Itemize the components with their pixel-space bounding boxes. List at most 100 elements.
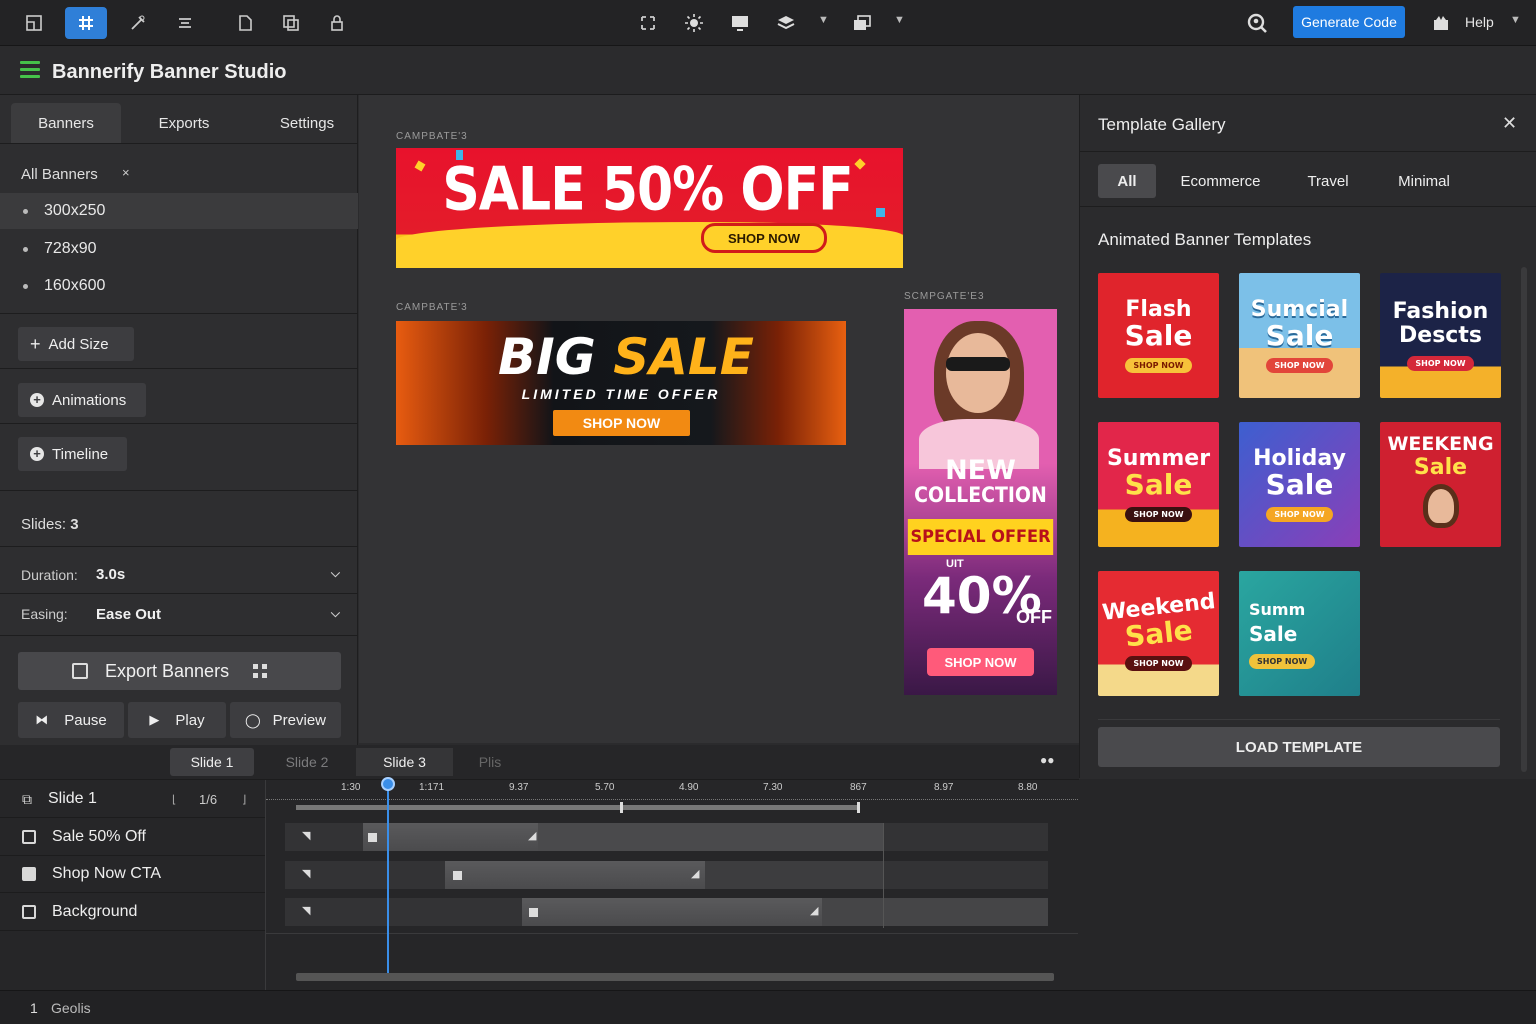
range-bar[interactable] [296,805,858,810]
easing-select[interactable]: Ease Out ⌵ [88,598,350,630]
playhead-handle[interactable] [381,777,395,791]
playhead[interactable] [387,785,389,973]
search-icon[interactable] [1236,7,1278,39]
banner-728x90[interactable]: SALE 50% OFF SHOP NOW [396,148,903,268]
layer-row[interactable]: Background [0,894,265,931]
tab-banners[interactable]: Banners [11,103,121,143]
duration-select[interactable]: 3.0s ⌵ [88,558,350,590]
size-item-728x90[interactable]: 728x90 [0,231,358,267]
template-card[interactable]: Holiday Sale SHOP NOW [1239,422,1360,547]
tab-all[interactable]: All [1098,164,1156,198]
keyframe-start-icon[interactable]: ◥ [302,829,310,842]
banner-wave [396,222,903,268]
keyframe[interactable] [529,908,538,917]
keyframe-start-icon[interactable]: ◥ [302,904,310,917]
page-icon[interactable] [224,7,266,39]
animations-button[interactable]: + Animations [18,383,146,417]
load-template-button[interactable]: LOAD TEMPLATE [1098,727,1500,767]
menu-icon[interactable] [20,61,40,79]
checkbox[interactable] [22,905,36,919]
tab-slide-3[interactable]: Slide 3 [356,748,453,776]
play-button[interactable]: ▶ Play [128,702,226,738]
layer-header[interactable]: ⧉ Slide 1 ⌊ 1/6 ⌋ [0,781,265,818]
clip[interactable] [522,898,822,926]
keyframe-end-icon[interactable]: ◢ [528,829,536,842]
horizontal-scrollbar[interactable] [296,973,1054,981]
gift-icon[interactable] [1420,7,1462,39]
help-menu[interactable]: Help [1465,14,1494,30]
size-item-160x600[interactable]: 160x600 [0,268,358,304]
monitor-icon[interactable] [719,7,761,39]
pause-button[interactable]: ⧓ Pause [18,702,124,738]
close-icon[interactable]: ✕ [1502,113,1517,134]
tab-exports[interactable]: Exports [130,103,238,143]
clip[interactable] [822,898,1048,926]
more-icon[interactable]: ●● [1040,753,1055,767]
duplicate-icon[interactable] [270,7,312,39]
clip[interactable] [538,823,883,851]
arrow-left-icon[interactable]: ⌊ [172,793,176,806]
keyframe-start-icon[interactable]: ◥ [302,867,310,880]
layer-row[interactable]: Shop Now CTA [0,856,265,893]
range-handle[interactable] [620,802,623,813]
size-label: 300x250 [44,202,106,219]
timeline-button[interactable]: + Timeline [18,437,127,471]
preview-button[interactable]: ◯ Preview [230,702,341,738]
magic-wand-icon[interactable] [117,7,159,39]
lock-icon[interactable] [316,7,358,39]
range-handle[interactable] [857,802,860,813]
template-card[interactable]: Summ Sale SHOP NOW [1239,571,1360,696]
layer-row[interactable]: Sale 50% Off [0,819,265,856]
keyframe[interactable] [368,833,377,842]
tick-label: 1:171 [419,782,445,793]
tab-plis[interactable]: Plis [460,748,520,776]
tab-slide-2[interactable]: Slide 2 [262,748,352,776]
template-card[interactable]: WEEKENG Sale [1380,422,1501,547]
banner-caption: CAMPBATE'3 [396,302,468,313]
close-icon[interactable]: × [122,165,130,180]
keyframe-end-icon[interactable]: ◢ [810,904,818,917]
easing-value: Ease Out [96,605,162,623]
chevron-down-icon[interactable]: ▼ [818,14,829,26]
all-banners-label[interactable]: All Banners [21,166,98,183]
tab-settings[interactable]: Settings [250,103,364,143]
checkbox-checked[interactable] [22,867,36,881]
checkbox[interactable] [22,830,36,844]
generate-code-button[interactable]: Generate Code [1293,6,1405,38]
size-item-300x250[interactable]: 300x250 [0,193,358,229]
align-icon[interactable] [164,7,206,39]
tab-ecommerce[interactable]: Ecommerce [1168,164,1273,198]
chevron-down-icon: ⌵ [330,566,340,580]
clip[interactable] [363,823,538,851]
tab-travel[interactable]: Travel [1290,164,1366,198]
select-frame-icon[interactable] [627,7,669,39]
layer-label: Shop Now CTA [52,865,162,882]
template-card[interactable]: Summer Sale SHOP NOW [1098,422,1219,547]
template-card[interactable]: Sumcial Sale SHOP NOW [1239,273,1360,398]
grid-icon[interactable] [65,7,107,39]
export-banners-button[interactable]: Export Banners [18,652,341,690]
chevron-down-icon[interactable]: ▼ [894,14,905,26]
banner-big-sale[interactable]: BIG SALE LIMITED TIME OFFER SHOP NOW [396,321,846,445]
status-label[interactable]: Geolis [51,1000,91,1016]
keyframe[interactable] [453,871,462,880]
layout-icon[interactable] [13,7,55,39]
template-card[interactable]: Flash Sale SHOP NOW [1098,273,1219,398]
keyframe-end-icon[interactable]: ◢ [691,867,699,880]
banner-160x600[interactable]: NEW COLLECTION SPECIAL OFFER UIT 40% OFF… [904,309,1057,695]
clip[interactable] [445,861,705,889]
arrow-right-icon[interactable]: ⌋ [242,793,246,806]
tab-slide-1[interactable]: Slide 1 [170,748,254,776]
arrange-icon[interactable] [841,7,883,39]
timeline-panel: Slide 1 Slide 2 Slide 3 Plis ●● ⧉ Slide … [0,745,1079,990]
tab-minimal[interactable]: Minimal [1382,164,1466,198]
scrollbar[interactable] [1521,267,1527,772]
add-size-button[interactable]: + Add Size [18,327,134,361]
banner-cta: SHOP NOW [701,223,827,253]
chevron-down-icon[interactable]: ▼ [1510,14,1521,26]
template-card[interactable]: Fashion Descts SHOP NOW [1380,273,1501,398]
layers-icon[interactable] [765,7,807,39]
brightness-icon[interactable] [673,7,715,39]
template-card[interactable]: Weekend Sale SHOP NOW [1098,571,1219,696]
clip[interactable] [705,861,883,889]
